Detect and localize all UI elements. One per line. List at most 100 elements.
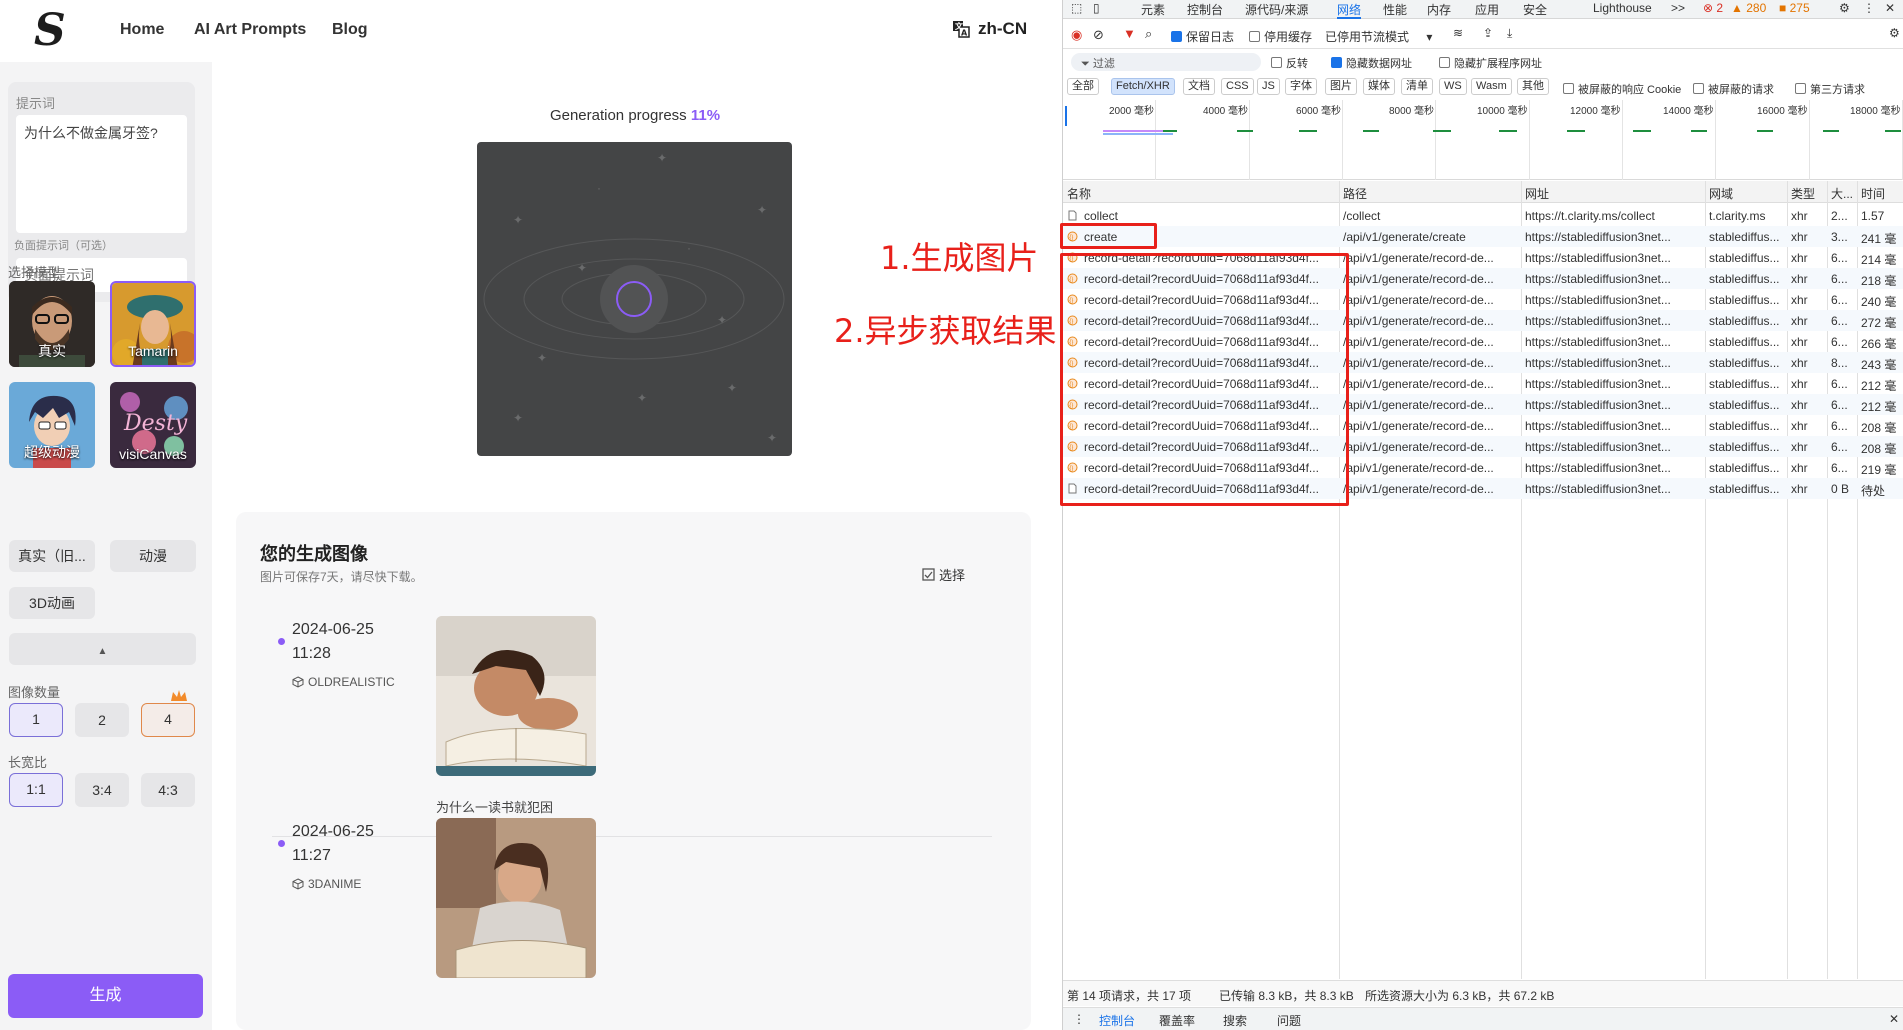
nav-ai-art-prompts[interactable]: AI Art Prompts bbox=[194, 21, 306, 39]
settings-gear-icon[interactable]: ⚙ bbox=[1839, 1, 1850, 15]
drawer-tab-coverage[interactable]: 覆盖率 bbox=[1159, 1012, 1195, 1029]
more-tabs-button[interactable]: >> bbox=[1671, 1, 1685, 15]
throttling-select[interactable]: 已停用节流模式 ▾ bbox=[1325, 28, 1432, 45]
type-other[interactable]: 其他 bbox=[1517, 78, 1549, 95]
drawer-menu-icon[interactable]: ⋮ bbox=[1073, 1012, 1085, 1026]
drawer-tab-search[interactable]: 搜索 bbox=[1223, 1012, 1247, 1029]
hide-extension-urls-checkbox[interactable]: 隐藏扩展程序网址 bbox=[1439, 55, 1542, 71]
request-row[interactable]: collect/collect https://t.clarity.ms/coll… bbox=[1063, 205, 1903, 226]
warning-count[interactable]: ▲ 280 bbox=[1731, 1, 1766, 15]
model-chip-realistic-old[interactable]: 真实（旧... bbox=[9, 540, 95, 572]
error-count[interactable]: ⊗ 2 bbox=[1703, 1, 1723, 15]
invert-checkbox[interactable]: 反转 bbox=[1271, 55, 1308, 71]
model-super-anime[interactable]: 超级动漫 bbox=[9, 382, 95, 468]
prompt-textarea[interactable]: 为什么不做金属牙签? bbox=[16, 115, 187, 233]
cell-domain: stablediffus... bbox=[1709, 314, 1780, 328]
inspect-element-icon[interactable]: ⬚ bbox=[1071, 1, 1082, 15]
type-manifest[interactable]: 清单 bbox=[1401, 78, 1433, 95]
ratio-3-4[interactable]: 3:4 bbox=[75, 773, 129, 807]
tab-security[interactable]: 安全 bbox=[1523, 1, 1547, 18]
image-count-4[interactable]: 4 bbox=[141, 703, 195, 737]
network-settings-icon[interactable]: ⚙ bbox=[1889, 26, 1900, 40]
wifi-icon[interactable]: ≋ bbox=[1453, 26, 1463, 40]
col-time[interactable]: 时间 bbox=[1861, 185, 1885, 202]
third-party-checkbox[interactable]: 第三方请求 bbox=[1795, 81, 1865, 97]
type-wasm[interactable]: Wasm bbox=[1471, 78, 1512, 95]
devtools-panel: ⬚ ▯ 元素 控制台 源代码/来源 网络 性能 内存 应用 安全 Lightho… bbox=[1060, 0, 1903, 1030]
image-thumbnail[interactable] bbox=[436, 818, 596, 978]
disable-cache-checkbox[interactable]: 停用缓存 bbox=[1249, 28, 1312, 45]
model-chip-anime[interactable]: 动漫 bbox=[110, 540, 196, 572]
tab-console[interactable]: 控制台 bbox=[1187, 1, 1223, 18]
blocked-requests-checkbox[interactable]: 被屏蔽的请求 bbox=[1693, 81, 1774, 97]
ratio-1-1[interactable]: 1:1 bbox=[9, 773, 63, 807]
language-switch[interactable]: 文 A zh-CN bbox=[952, 19, 1027, 39]
hide-data-urls-checkbox[interactable]: 隐藏数据网址 bbox=[1331, 55, 1412, 71]
tab-application[interactable]: 应用 bbox=[1475, 1, 1499, 18]
record-stop-icon[interactable]: ◉ bbox=[1071, 27, 1082, 43]
ratio-4-3[interactable]: 4:3 bbox=[141, 773, 195, 807]
select-button[interactable]: 选择 bbox=[922, 565, 965, 584]
image-thumbnail[interactable] bbox=[436, 616, 596, 776]
download-icon[interactable]: ⤓ bbox=[1507, 26, 1512, 41]
tab-sources[interactable]: 源代码/来源 bbox=[1245, 1, 1308, 18]
filter-input[interactable]: ⏷ 过滤 bbox=[1071, 53, 1261, 71]
close-devtools-icon[interactable]: ✕ bbox=[1885, 1, 1895, 15]
model-visicanvas[interactable]: Desty visiCanvas bbox=[110, 382, 196, 468]
cell-size: 6... bbox=[1831, 293, 1848, 307]
device-toolbar-icon[interactable]: ▯ bbox=[1093, 1, 1100, 15]
nav-blog[interactable]: Blog bbox=[332, 21, 368, 39]
clear-icon[interactable]: ⊘ bbox=[1093, 27, 1104, 43]
col-type[interactable]: 类型 bbox=[1791, 185, 1815, 202]
col-url[interactable]: 网址 bbox=[1525, 185, 1549, 202]
site-logo[interactable]: S bbox=[34, 9, 70, 53]
cell-path: /api/v1/generate/record-de... bbox=[1343, 377, 1494, 391]
image-count-1[interactable]: 1 bbox=[9, 703, 63, 737]
image-count-2[interactable]: 2 bbox=[75, 703, 129, 737]
tab-performance[interactable]: 性能 bbox=[1383, 1, 1407, 18]
type-image[interactable]: 图片 bbox=[1325, 78, 1357, 95]
col-size[interactable]: 大... bbox=[1831, 185, 1853, 202]
panel-title: 您的生成图像 bbox=[260, 544, 368, 564]
cell-url: https://stablediffusion3net... bbox=[1525, 314, 1671, 328]
drawer-tab-console[interactable]: 控制台 bbox=[1099, 1012, 1135, 1029]
col-path[interactable]: 路径 bbox=[1343, 185, 1367, 202]
model-realistic[interactable]: 真实 bbox=[9, 281, 95, 367]
annotation-step-1: 1.生成图片 bbox=[880, 239, 1039, 277]
cell-type: xhr bbox=[1791, 272, 1808, 286]
col-name[interactable]: 名称 bbox=[1067, 185, 1091, 202]
type-font[interactable]: 字体 bbox=[1285, 78, 1317, 95]
cell-domain: stablediffus... bbox=[1709, 377, 1780, 391]
preserve-log-checkbox[interactable]: 保留日志 bbox=[1171, 28, 1234, 45]
network-overview-timeline[interactable]: 2000 毫秒 4000 毫秒 6000 毫秒 8000 毫秒 10000 毫秒… bbox=[1063, 100, 1903, 180]
drawer-tab-issues[interactable]: 问题 bbox=[1277, 1012, 1301, 1029]
cell-domain: stablediffus... bbox=[1709, 335, 1780, 349]
model-name: visiCanvas bbox=[119, 446, 187, 462]
nav-home[interactable]: Home bbox=[120, 21, 164, 39]
request-row[interactable]: {} create/api/v1/generate/create https://s… bbox=[1063, 226, 1903, 247]
filter-funnel-icon[interactable]: ▼ bbox=[1123, 26, 1136, 41]
type-media[interactable]: 媒体 bbox=[1363, 78, 1395, 95]
generate-button[interactable]: 生成 bbox=[8, 974, 203, 1018]
blocked-cookies-checkbox[interactable]: 被屏蔽的响应 Cookie bbox=[1563, 81, 1681, 97]
model-tamarin[interactable]: Tamarin bbox=[110, 281, 196, 367]
type-ws[interactable]: WS bbox=[1439, 78, 1467, 95]
close-drawer-icon[interactable]: ✕ bbox=[1889, 1012, 1899, 1026]
upload-icon[interactable]: ⇪ bbox=[1483, 26, 1493, 40]
type-document[interactable]: 文档 bbox=[1183, 78, 1215, 95]
type-all[interactable]: 全部 bbox=[1067, 78, 1099, 95]
tab-memory[interactable]: 内存 bbox=[1427, 1, 1451, 18]
tab-network[interactable]: 网络 bbox=[1337, 1, 1362, 19]
cell-type: xhr bbox=[1791, 398, 1808, 412]
issue-count[interactable]: ■ 275 bbox=[1779, 1, 1810, 15]
col-domain[interactable]: 网域 bbox=[1709, 185, 1733, 202]
type-css[interactable]: CSS bbox=[1221, 78, 1254, 95]
more-options-icon[interactable]: ⋮ bbox=[1863, 1, 1875, 15]
tab-elements[interactable]: 元素 bbox=[1141, 1, 1165, 18]
collapse-models-button[interactable]: ▲ bbox=[9, 633, 196, 665]
tab-lighthouse[interactable]: Lighthouse bbox=[1593, 1, 1652, 15]
model-chip-3d-animation[interactable]: 3D动画 bbox=[9, 587, 95, 619]
type-js[interactable]: JS bbox=[1257, 78, 1280, 95]
search-icon[interactable]: ⌕ bbox=[1145, 26, 1152, 42]
type-fetch-xhr[interactable]: Fetch/XHR bbox=[1111, 78, 1175, 95]
